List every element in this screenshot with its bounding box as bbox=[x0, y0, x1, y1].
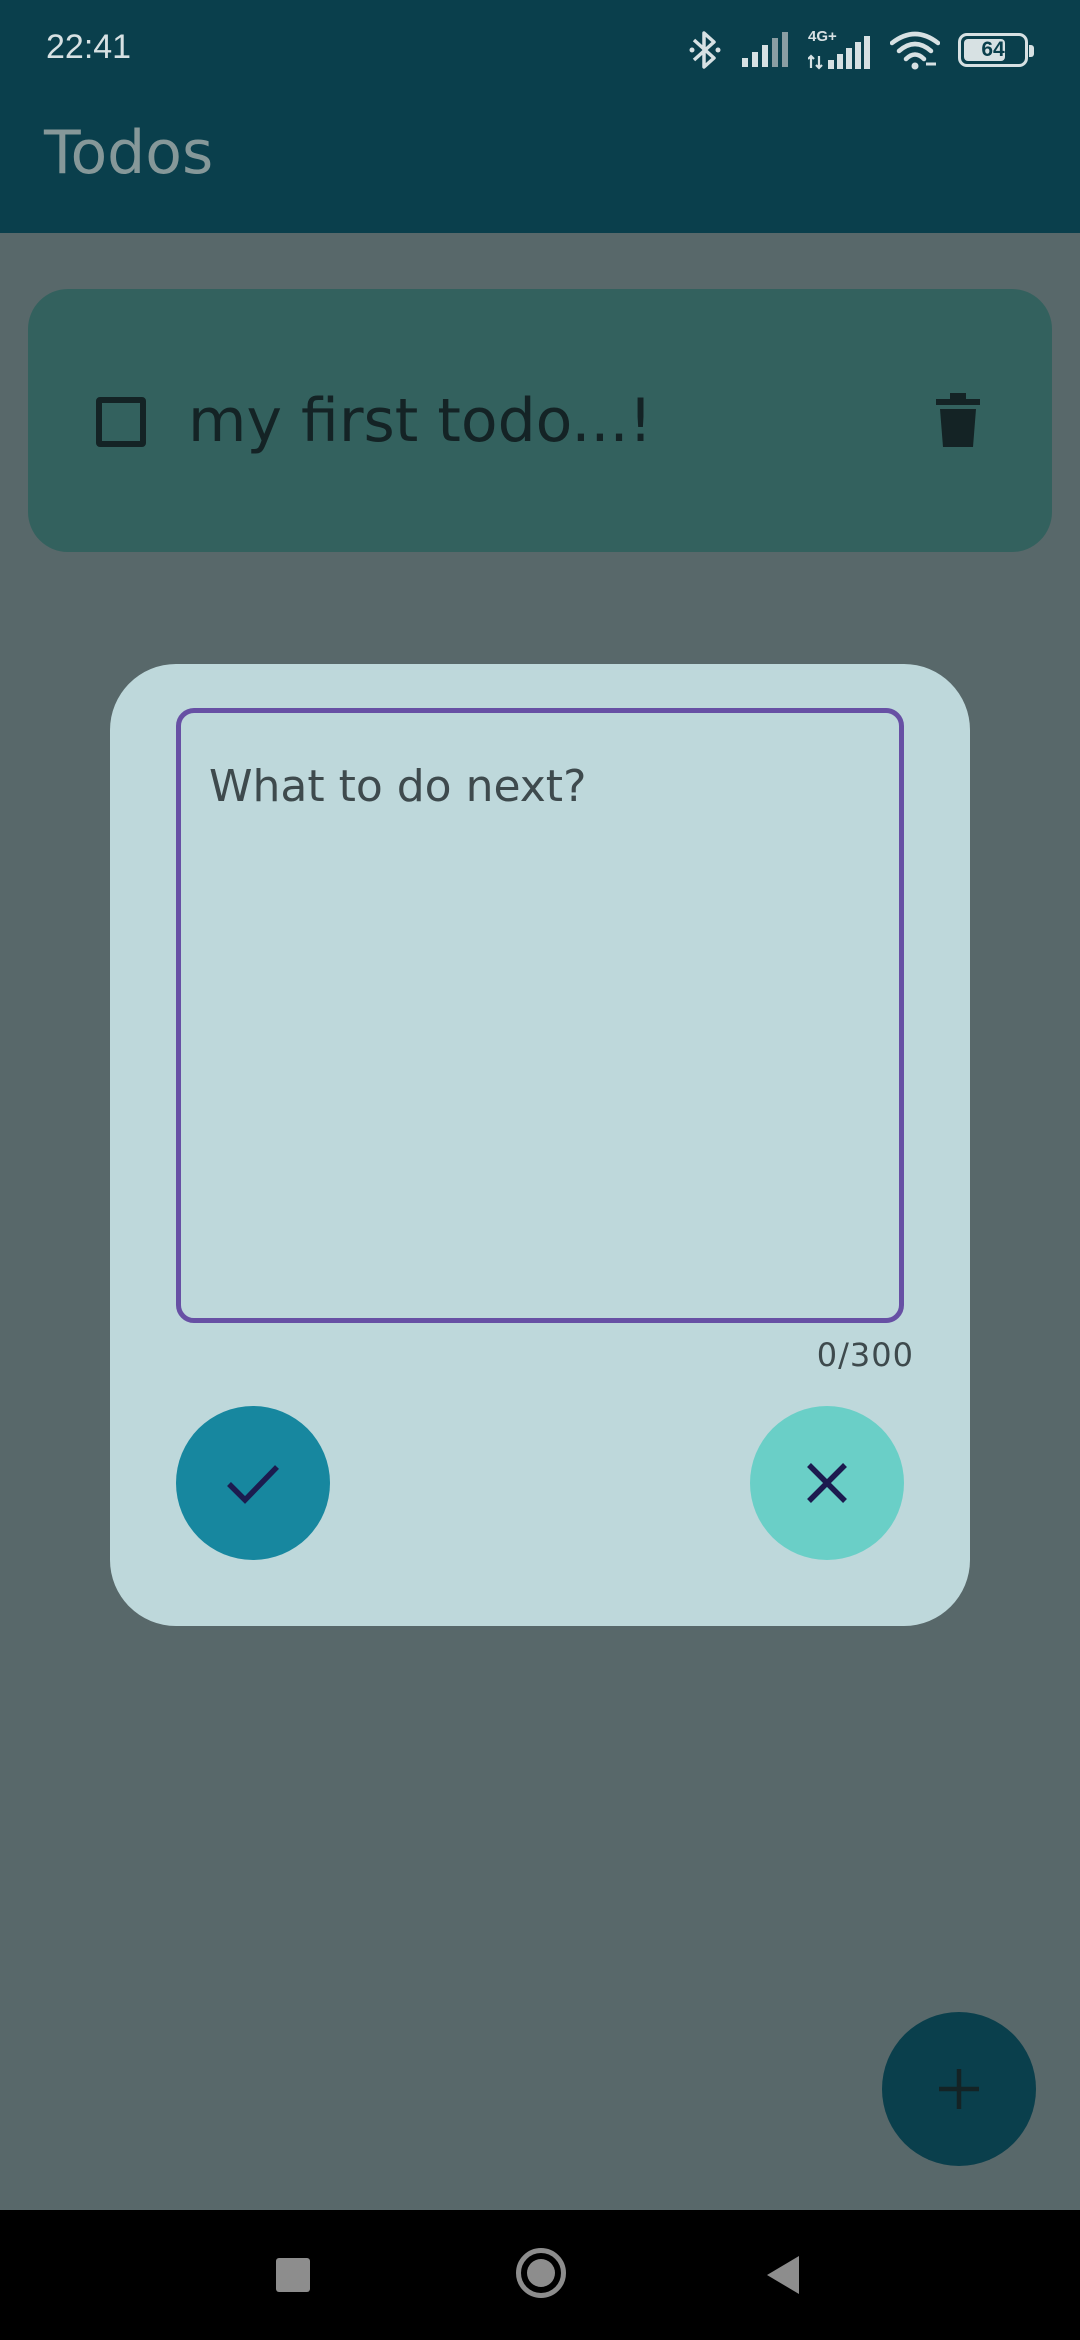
add-todo-dialog: 0/300 bbox=[110, 664, 970, 1626]
character-counter: 0/300 bbox=[816, 1336, 914, 1374]
todo-input[interactable] bbox=[176, 708, 904, 1323]
todo-text: my first todo...! bbox=[188, 386, 653, 456]
signal-bars-icon bbox=[808, 36, 870, 70]
bluetooth-icon bbox=[689, 31, 721, 69]
signal-icon bbox=[742, 32, 788, 67]
battery-level: 64 bbox=[981, 38, 1005, 61]
status-time: 22:41 bbox=[46, 28, 132, 66]
plus-icon bbox=[939, 2069, 979, 2109]
page-title: Todos bbox=[44, 118, 214, 188]
todo-checkbox[interactable] bbox=[96, 397, 146, 447]
close-icon bbox=[807, 1463, 847, 1503]
confirm-button[interactable] bbox=[176, 1406, 330, 1560]
signal-4g-indicator: 4G+ bbox=[808, 28, 872, 70]
cancel-button[interactable] bbox=[750, 1406, 904, 1560]
system-nav-bar bbox=[0, 2210, 1080, 2340]
trash-icon[interactable] bbox=[936, 393, 980, 447]
add-todo-button[interactable] bbox=[882, 2012, 1036, 2166]
status-icons: 4G+ 64 bbox=[688, 24, 1034, 76]
back-icon[interactable] bbox=[765, 2254, 801, 2296]
recents-icon[interactable] bbox=[276, 2258, 310, 2292]
todo-item[interactable]: my first todo...! bbox=[28, 289, 1052, 552]
app-header: 22:41 4G+ 64 Todos bbox=[0, 0, 1080, 233]
check-icon bbox=[227, 1465, 279, 1504]
home-icon[interactable] bbox=[516, 2248, 566, 2298]
battery-icon: 64 bbox=[958, 33, 1034, 67]
wifi-icon bbox=[890, 31, 940, 70]
